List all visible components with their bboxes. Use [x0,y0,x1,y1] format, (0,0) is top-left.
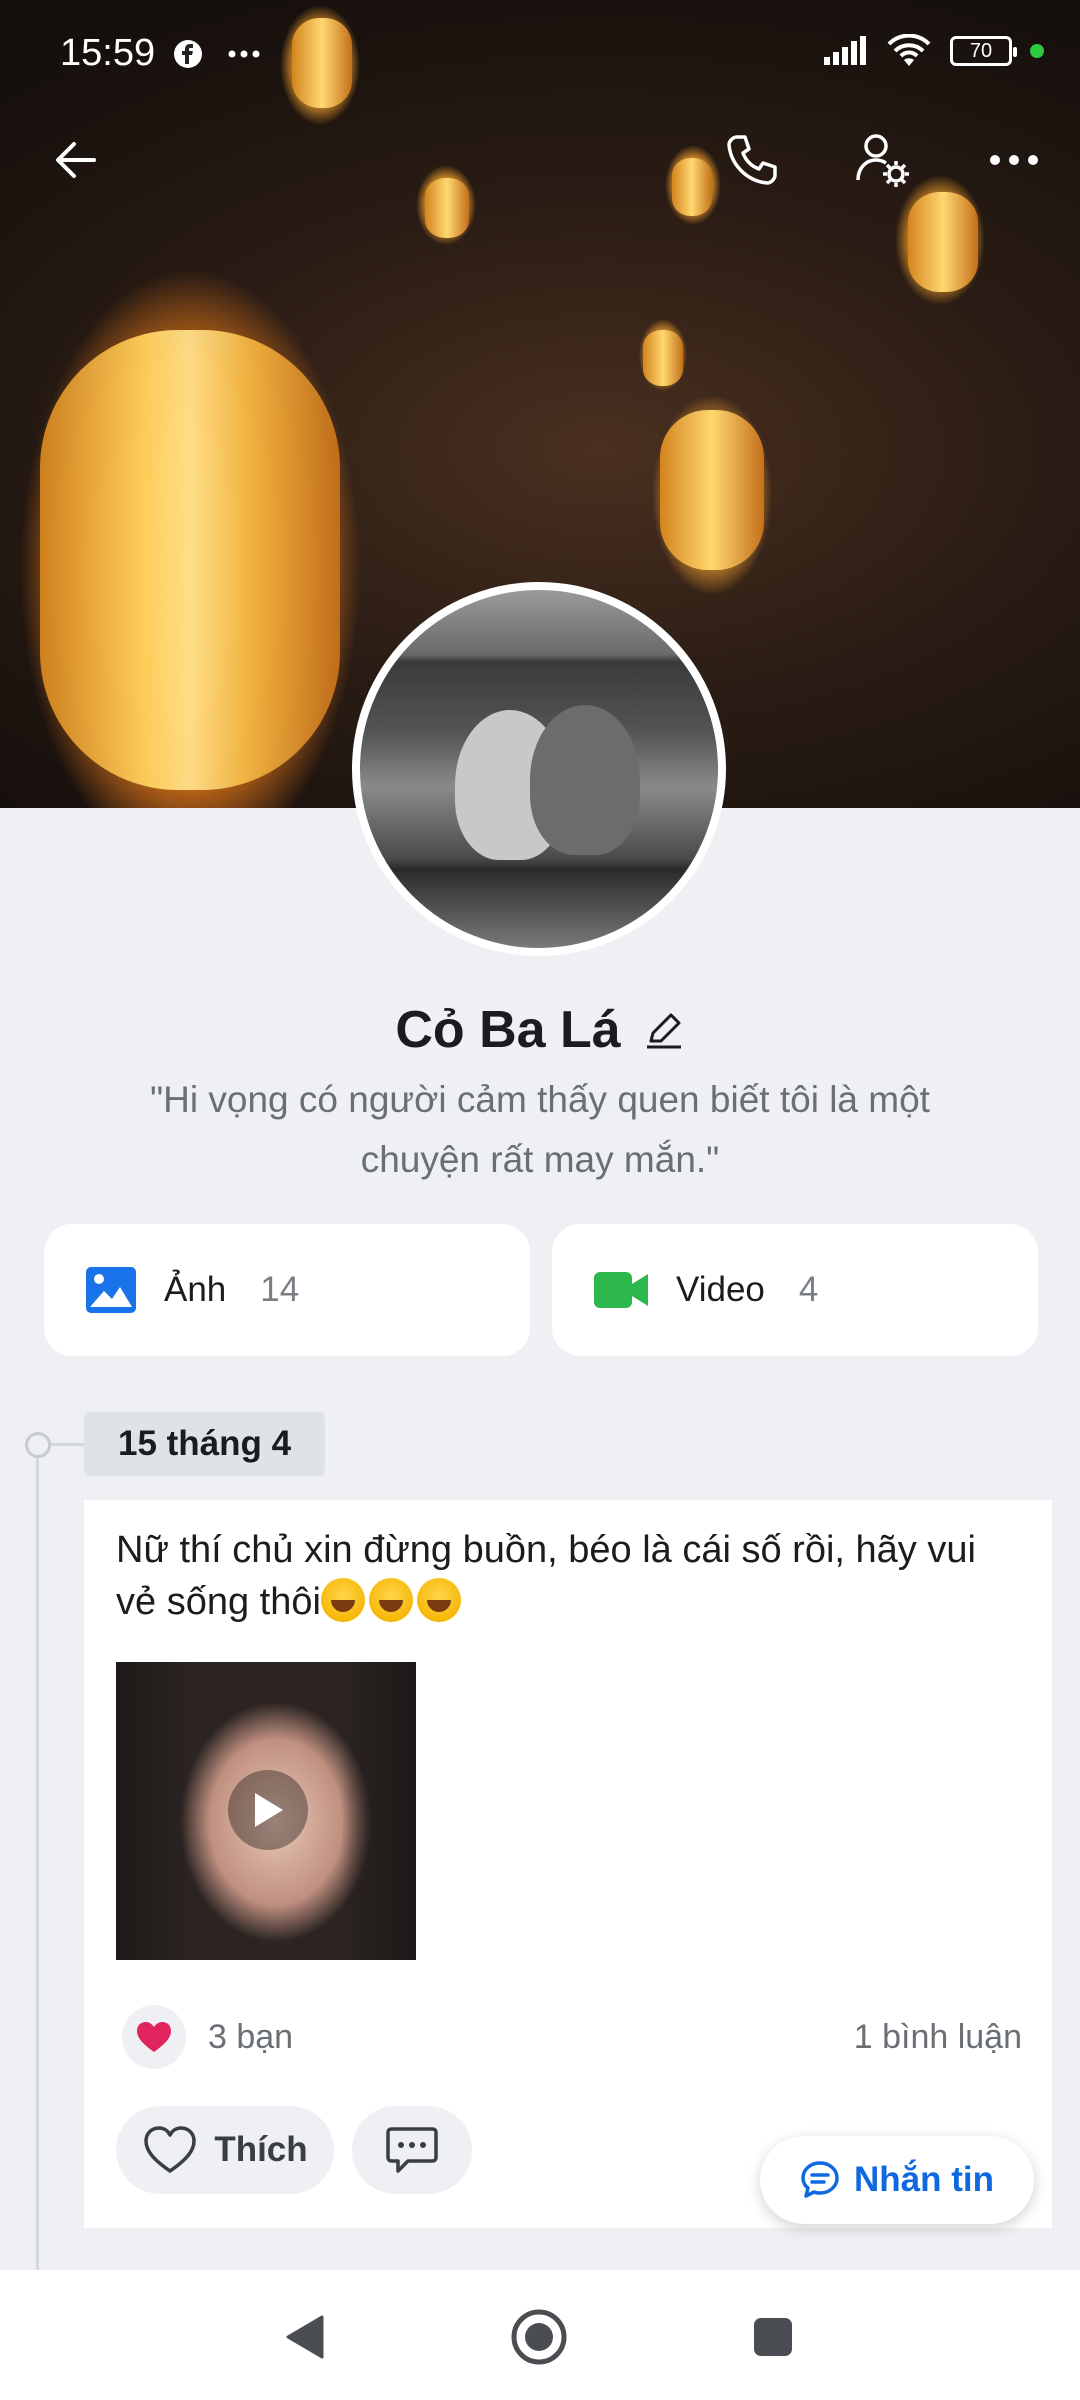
videos-count: 4 [798,1270,819,1309]
heart-reaction[interactable] [122,2005,186,2069]
date-chip: 15 tháng 4 [84,1412,326,1476]
lantern-image [643,330,683,386]
status-bar: 15:59 70 [0,0,1080,100]
heart-outline-icon [144,2126,197,2173]
back-arrow-icon [56,142,96,178]
nav-back-icon [286,2315,324,2359]
comments-count[interactable]: 1 bình luận [854,2018,1022,2057]
timeline-line [36,1445,39,2275]
timeline-connector [50,1443,84,1446]
photos-count: 14 [260,1270,300,1309]
profile-bio: "Hi vọng có người cảm thấy quen biết tôi… [150,1079,930,1180]
nav-back-button[interactable] [260,2292,350,2382]
lantern-image [908,192,978,292]
chat-bubble-icon [801,2161,839,2198]
comment-button[interactable] [352,2106,472,2194]
edit-pencil-icon[interactable] [643,1009,685,1051]
videos-label: Video [676,1270,765,1309]
photo-icon [86,1267,136,1313]
timeline-dot [25,1432,51,1458]
more-button[interactable] [974,120,1054,200]
call-button[interactable] [712,120,792,200]
video-camera-icon [594,1272,648,1308]
lantern-image [40,330,340,790]
profile-settings-icon [856,134,909,187]
nav-recents-button[interactable] [728,2292,818,2382]
facebook-icon [174,40,202,69]
profile-name: Cỏ Ba Lá [395,1001,621,1059]
battery-indicator: 70 [950,36,1017,66]
profile-settings-button[interactable] [842,120,922,200]
photos-card[interactable]: Ảnh 14 [44,1224,530,1356]
status-left-icons [172,36,262,70]
comment-icon [386,2127,438,2173]
more-icon [990,155,1038,165]
avatar-image [530,705,640,855]
like-button[interactable]: Thích [116,2106,334,2194]
nav-home-button[interactable] [494,2292,584,2382]
status-right-icons: 70 [822,34,1044,68]
videos-card[interactable]: Video 4 [552,1224,1038,1356]
status-time: 15:59 [60,32,156,74]
laughing-emoji-icon [368,1578,413,1622]
lantern-image [425,178,469,238]
nav-recents-icon [754,2318,792,2356]
like-label: Thích [214,2130,308,2169]
heart-icon [137,2022,171,2052]
reactions-count[interactable]: 3 bạn [208,2018,293,2057]
phone-icon [727,135,777,185]
play-icon [255,1793,283,1827]
wifi-icon [887,34,931,66]
system-nav-bar [0,2270,1080,2400]
message-label: Nhắn tin [854,2160,994,2199]
lantern-image [660,410,764,570]
back-button[interactable] [36,120,116,200]
post-card[interactable]: Nữ thí chủ xin đừng buồn, béo là cái số … [84,1500,1052,2228]
status-dot [1030,44,1044,58]
video-thumbnail[interactable] [116,1662,416,1960]
message-button[interactable]: Nhắn tin [760,2136,1034,2224]
post-body: Nữ thí chủ xin đừng buồn, béo là cái số … [116,1529,976,1623]
nav-home-icon [511,2309,567,2365]
more-dots-icon [228,50,260,58]
lantern-image [672,158,712,216]
profile-name-row: Cỏ Ba Lá [0,1000,1080,1060]
laughing-emoji-icon [320,1578,365,1622]
laughing-emoji-icon [416,1578,461,1622]
play-button[interactable] [228,1770,308,1850]
photos-label: Ảnh [164,1270,227,1309]
signal-icon [824,36,866,65]
avatar[interactable] [352,582,726,956]
reactions-row: 3 bạn 1 bình luận [122,2002,1022,2072]
post-text: Nữ thí chủ xin đừng buồn, béo là cái số … [116,1524,1016,1628]
